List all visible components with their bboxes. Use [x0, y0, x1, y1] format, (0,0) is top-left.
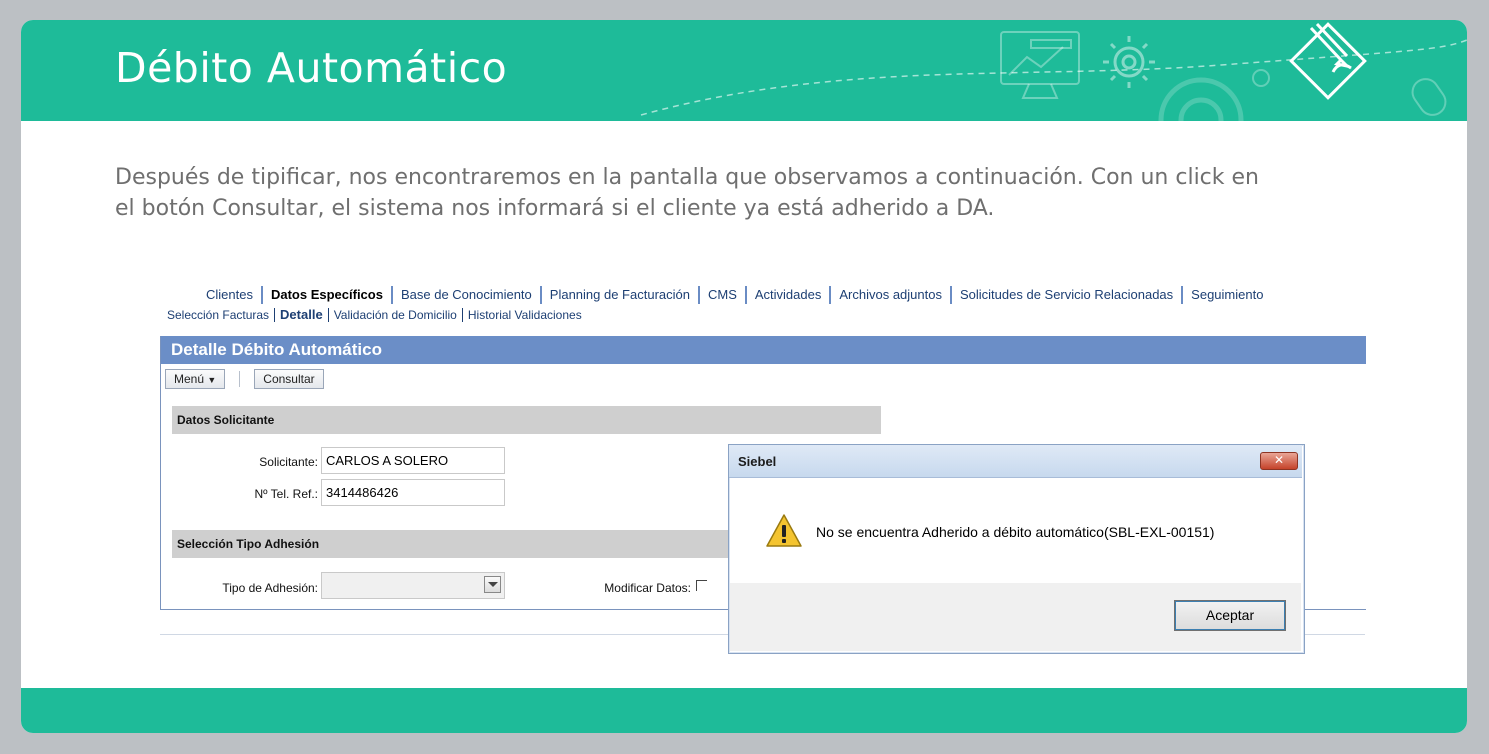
solicitante-field[interactable]: CARLOS A SOLERO: [321, 447, 505, 474]
mouse-icon: [1411, 78, 1447, 116]
slide-header: Débito Automático: [21, 20, 1467, 121]
subtab-validacion-domicilio[interactable]: Validación de Domicilio: [327, 308, 462, 322]
section-datos-solicitante: Datos Solicitante: [172, 406, 881, 434]
slide-title: Débito Automático: [115, 44, 508, 92]
subtab-detalle[interactable]: Detalle: [274, 308, 328, 322]
solicitante-label: Solicitante:: [259, 455, 318, 469]
tab-cms[interactable]: CMS: [697, 286, 745, 304]
modificar-datos-label: Modificar Datos:: [604, 581, 691, 595]
consultar-button[interactable]: Consultar: [254, 369, 324, 389]
aceptar-button[interactable]: Aceptar: [1174, 600, 1286, 631]
dropdown-arrow-icon[interactable]: [484, 576, 501, 593]
tel-label: Nº Tel. Ref.:: [254, 487, 318, 501]
monitor-icon: [1000, 31, 1080, 99]
tab-planning-de-facturacion[interactable]: Planning de Facturación: [539, 286, 698, 304]
subtab-seleccion-facturas[interactable]: Selección Facturas: [167, 308, 274, 322]
large-gear-icon: [1158, 77, 1244, 121]
tab-bar: Clientes Datos Específicos Base de Conoc…: [198, 284, 1271, 306]
tab-archivos-adjuntos[interactable]: Archivos adjuntos: [829, 286, 950, 304]
tab-datos-especificos[interactable]: Datos Específicos: [260, 286, 391, 304]
tab-seguimiento[interactable]: Seguimiento: [1181, 286, 1271, 304]
applet-title: Detalle Débito Automático: [161, 336, 1366, 364]
applet-toolbar: Menú ▼ Consultar: [165, 369, 324, 389]
dialog-title: Siebel: [729, 445, 1302, 478]
menu-button[interactable]: Menú ▼: [165, 369, 226, 389]
dialog-message: No se encuentra Adherido a débito automá…: [816, 524, 1215, 540]
chevron-down-icon: ▼: [207, 375, 217, 385]
tab-clientes[interactable]: Clientes: [198, 286, 261, 304]
subtab-historial-validaciones[interactable]: Historial Validaciones: [461, 308, 587, 322]
siebel-dialog: Siebel No se encuentra Adherido a débito…: [728, 444, 1305, 654]
tab-actividades[interactable]: Actividades: [744, 286, 829, 304]
gear-icon: [1103, 36, 1155, 88]
subtab-bar: Selección Facturas Detalle Validación de…: [167, 308, 587, 322]
tipo-adhesion-label: Tipo de Adhesión:: [222, 581, 318, 595]
slide-footer: [21, 688, 1467, 733]
intro-text: Después de tipificar, nos encontraremos …: [115, 165, 1259, 221]
modificar-datos-checkbox[interactable]: [696, 580, 707, 591]
close-icon[interactable]: [1260, 452, 1298, 470]
section-tipo-adhesion: Selección Tipo Adhesión: [172, 530, 732, 558]
toolbar-divider: [239, 371, 241, 387]
warning-icon: [766, 514, 802, 547]
menu-label: Menú: [174, 372, 205, 386]
tab-solicitudes-relacionadas[interactable]: Solicitudes de Servicio Relacionadas: [949, 286, 1181, 304]
edit-diamond-icon: [1289, 22, 1367, 100]
tel-field[interactable]: 3414486426: [321, 479, 505, 506]
tab-base-de-conocimiento[interactable]: Base de Conocimiento: [390, 286, 540, 304]
tipo-adhesion-select[interactable]: [321, 572, 505, 599]
